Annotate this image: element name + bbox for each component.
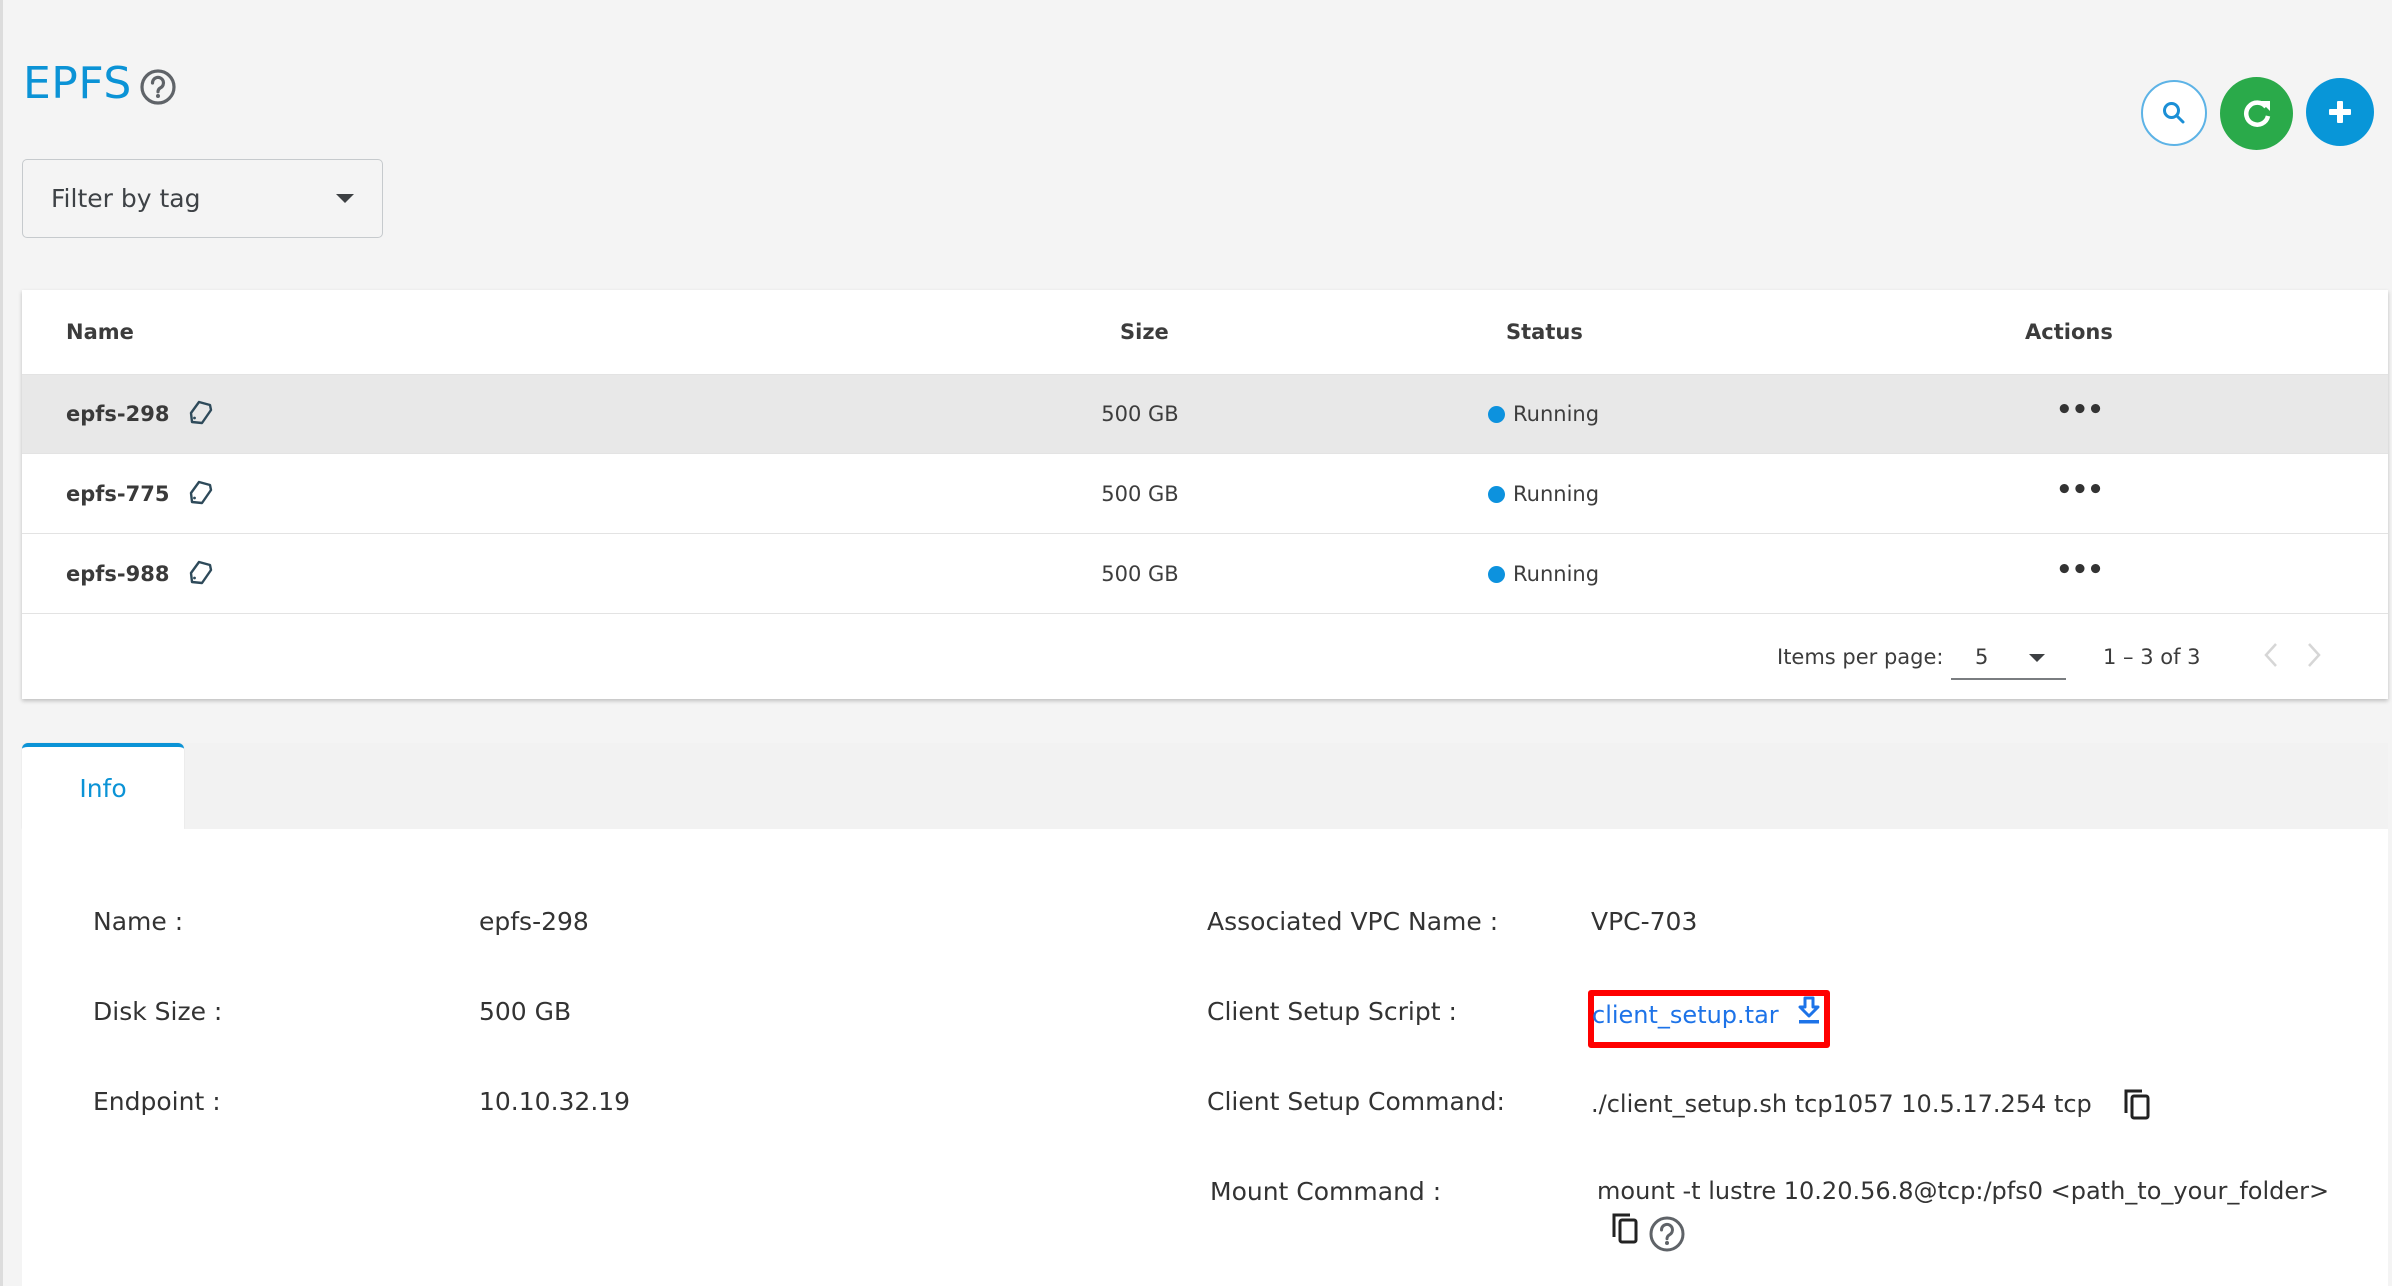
client-setup-script-label: Client Setup Script : (1207, 997, 1457, 1026)
help-circle-icon[interactable] (139, 68, 177, 106)
items-per-page-value: 5 (1975, 645, 1989, 669)
tag-icon[interactable] (185, 397, 215, 427)
tag-icon[interactable] (185, 557, 215, 587)
client-setup-script-link[interactable]: client_setup.tar (1592, 1001, 1779, 1029)
details-tab-bar: Info (22, 743, 2388, 829)
download-icon[interactable] (1795, 996, 1823, 1026)
table-row[interactable]: epfs-298 500 GB Running ••• (22, 375, 2388, 454)
table-header: Name Size Status Actions (22, 290, 2388, 375)
more-actions-button[interactable]: ••• (2056, 555, 2104, 585)
client-setup-command-value: ./client_setup.sh tcp1057 10.5.17.254 tc… (1591, 1090, 2092, 1118)
table-row[interactable]: epfs-775 500 GB Running ••• (22, 455, 2388, 534)
status-text: Running (1513, 402, 1600, 426)
row-size: 500 GB (1101, 562, 1179, 586)
more-actions-button[interactable]: ••• (2056, 475, 2104, 505)
copy-icon[interactable] (2122, 1087, 2152, 1121)
add-button[interactable] (2306, 78, 2374, 146)
row-size: 500 GB (1101, 402, 1179, 426)
tab-info[interactable]: Info (22, 743, 184, 829)
status-text: Running (1513, 562, 1600, 586)
name-value: epfs-298 (479, 907, 589, 936)
column-header-actions: Actions (2025, 320, 2113, 344)
row-status: Running (1488, 482, 1599, 506)
filter-by-tag-select[interactable]: Filter by tag (22, 159, 383, 238)
info-panel: Name : epfs-298 Disk Size : 500 GB Endpo… (22, 829, 2388, 1286)
mount-command-value: mount -t lustre 10.20.56.8@tcp:/pfs0 <pa… (1597, 1177, 2330, 1205)
epfs-table: Name Size Status Actions epfs-298 500 GB… (22, 290, 2388, 699)
row-size: 500 GB (1101, 482, 1179, 506)
copy-icon[interactable] (1610, 1211, 1640, 1245)
more-actions-button[interactable]: ••• (2056, 395, 2104, 425)
endpoint-label: Endpoint : (93, 1087, 221, 1116)
column-header-status[interactable]: Status (1506, 320, 1583, 344)
vpc-name-label: Associated VPC Name : (1207, 907, 1499, 936)
row-name: epfs-775 (66, 482, 170, 506)
items-per-page-select[interactable]: 5 (1951, 634, 2066, 680)
disk-size-value: 500 GB (479, 997, 572, 1026)
caret-down-icon (336, 194, 354, 203)
row-name: epfs-298 (66, 402, 170, 426)
search-icon (2163, 102, 2185, 124)
help-circle-icon[interactable] (1648, 1215, 1686, 1253)
items-per-page-label: Items per page: (1777, 645, 1944, 669)
search-button[interactable] (2141, 80, 2207, 146)
next-page-button[interactable] (2298, 638, 2328, 672)
page-range-label: 1 – 3 of 3 (2103, 645, 2201, 669)
row-name: epfs-988 (66, 562, 170, 586)
plus-icon (2329, 101, 2351, 123)
paginator: Items per page: 5 1 – 3 of 3 (22, 612, 2388, 699)
client-setup-command-label: Client Setup Command: (1207, 1087, 1505, 1116)
status-text: Running (1513, 482, 1600, 506)
table-row[interactable]: epfs-988 500 GB Running ••• (22, 535, 2388, 614)
refresh-icon (2243, 99, 2270, 127)
row-status: Running (1488, 562, 1599, 586)
tag-icon[interactable] (185, 477, 215, 507)
caret-down-icon (2029, 654, 2045, 662)
mount-command-label: Mount Command : (1210, 1177, 1442, 1206)
column-header-name[interactable]: Name (66, 320, 134, 344)
status-dot-icon (1488, 405, 1505, 423)
name-label: Name : (93, 907, 184, 936)
page-title: EPFS (23, 58, 132, 109)
status-dot-icon (1488, 565, 1505, 583)
filter-placeholder: Filter by tag (51, 184, 201, 213)
refresh-button[interactable] (2220, 77, 2293, 150)
column-header-size[interactable]: Size (1120, 320, 1169, 344)
endpoint-value: 10.10.32.19 (479, 1087, 631, 1116)
row-status: Running (1488, 402, 1599, 426)
disk-size-label: Disk Size : (93, 997, 223, 1026)
status-dot-icon (1488, 485, 1505, 503)
previous-page-button[interactable] (2257, 638, 2287, 672)
vpc-name-value: VPC-703 (1591, 907, 1698, 936)
